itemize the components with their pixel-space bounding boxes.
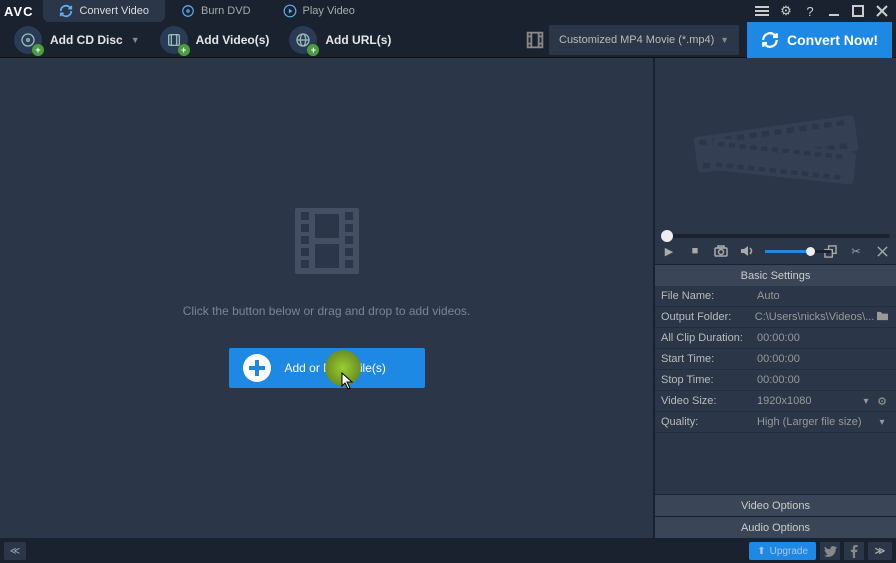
setting-stop-time: Stop Time: 00:00:00 [655,370,896,391]
refresh-icon [59,4,73,18]
tab-label: Play Video [303,5,355,17]
minimize-icon[interactable] [824,2,844,20]
plus-badge-icon: + [178,44,190,56]
maximize-icon[interactable] [848,2,868,20]
setting-value[interactable]: 00:00:00 [757,374,890,386]
chevron-down-icon[interactable]: ▾ [874,417,890,428]
setting-output-folder: Output Folder: C:\Users\nicks\Videos\... [655,307,896,328]
setting-value[interactable]: C:\Users\nicks\Videos\... [755,311,875,323]
button-label: Add or Drag File(s) [285,361,386,375]
film-icon: + [160,26,188,54]
tab-label: Burn DVD [201,5,251,17]
app-logo: AVC [4,4,33,19]
output-format-select[interactable]: Customized MP4 Movie (*.mp4) ▼ [549,25,739,55]
drop-hint-text: Click the button below or drag and drop … [183,304,471,318]
title-bar: AVC Convert Video Burn DVD Play Video ⚙ … [0,0,896,22]
play-button[interactable]: ▶ [661,243,677,259]
main-area: Click the button below or drag and drop … [0,58,896,538]
upgrade-button[interactable]: ⬆ Upgrade [749,542,816,560]
setting-quality: Quality: High (Larger file size) ▾ [655,412,896,433]
format-value: Customized MP4 Movie (*.mp4) [559,34,714,46]
disc-icon: + [14,26,42,54]
button-label: Convert Now! [787,32,878,48]
refresh-icon [761,31,779,49]
setting-video-size: Video Size: 1920x1080 ▾ ⚙ [655,391,896,412]
toolbar: + Add CD Disc ▼ + Add Video(s) + Add URL… [0,22,896,58]
snapshot-button[interactable] [713,243,729,259]
setting-label: Quality: [661,416,757,428]
button-label: Upgrade [770,546,808,557]
right-panel: ▶ ■ ✂ Basic Settings File Name: Auto [655,58,896,538]
convert-now-button[interactable]: Convert Now! [747,22,892,58]
plus-badge-icon: + [32,44,44,56]
add-or-drag-files-button[interactable]: Add or Drag File(s) [229,348,425,388]
close-icon[interactable] [872,2,892,20]
scissors-icon[interactable]: ✂ [848,243,864,259]
play-icon [283,4,297,18]
setting-file-name: File Name: Auto [655,286,896,307]
volume-handle[interactable] [806,247,815,256]
add-videos-button[interactable]: + Add Video(s) [150,24,280,56]
plus-icon [243,354,271,382]
browse-folder-icon[interactable] [874,310,890,324]
setting-value[interactable]: High (Larger file size) [757,416,874,428]
tab-label: Convert Video [79,5,149,17]
crop-icon[interactable] [874,243,890,259]
expand-right-icon[interactable]: ≫ [868,542,892,560]
drop-area[interactable]: Click the button below or drag and drop … [0,58,655,538]
bottom-bar: ≪ ⬆ Upgrade ≫ [0,539,896,563]
volume-icon[interactable] [739,243,755,259]
twitter-icon[interactable] [820,542,840,560]
film-strip-icon [686,94,866,194]
player-controls: ▶ ■ ✂ [655,238,896,264]
setting-label: Output Folder: [661,311,755,323]
setting-value[interactable]: 1920x1080 [757,395,858,407]
basic-settings-header: Basic Settings [655,264,896,286]
volume-slider[interactable] [765,250,811,253]
output-format-box: Customized MP4 Movie (*.mp4) ▼ [517,24,743,56]
setting-label: Stop Time: [661,374,757,386]
button-label: Add URL(s) [325,33,391,47]
facebook-icon[interactable] [844,542,864,560]
setting-label: File Name: [661,290,757,302]
setting-label: Video Size: [661,395,757,407]
button-label: Add Video(s) [196,33,270,47]
tab-convert-video[interactable]: Convert Video [43,0,165,22]
video-options-bar[interactable]: Video Options [655,494,896,516]
setting-label: All Clip Duration: [661,332,757,344]
options-icon[interactable] [752,2,772,20]
progress-slider[interactable] [661,234,890,238]
chevron-down-icon[interactable]: ▾ [858,396,874,407]
film-placeholder-icon [287,208,367,274]
setting-start-time: Start Time: 00:00:00 [655,349,896,370]
up-arrow-icon: ⬆ [757,546,765,557]
stop-button[interactable]: ■ [687,243,703,259]
plus-badge-icon: + [307,44,319,56]
add-cd-disc-button[interactable]: + Add CD Disc ▼ [4,24,150,56]
globe-icon: + [289,26,317,54]
setting-value: 00:00:00 [757,332,890,344]
preview-area [655,58,896,230]
setting-value[interactable]: Auto [757,290,890,302]
tab-burn-dvd[interactable]: Burn DVD [165,0,267,22]
setting-value[interactable]: 00:00:00 [757,353,890,365]
chevron-down-icon: ▼ [720,35,729,45]
setting-clip-duration: All Clip Duration: 00:00:00 [655,328,896,349]
gear-icon[interactable]: ⚙ [874,395,890,408]
collapse-left-icon[interactable]: ≪ [4,542,26,560]
add-urls-button[interactable]: + Add URL(s) [279,24,401,56]
setting-label: Start Time: [661,353,757,365]
settings-gear-icon[interactable]: ⚙ [776,2,796,20]
help-icon[interactable]: ? [800,2,820,20]
audio-options-bar[interactable]: Audio Options [655,516,896,538]
chevron-down-icon[interactable]: ▼ [131,35,140,45]
tab-play-video[interactable]: Play Video [267,0,371,22]
button-label: Add CD Disc [50,33,123,47]
disc-icon [181,4,195,18]
film-icon [521,26,549,54]
progress-handle[interactable] [661,230,673,242]
